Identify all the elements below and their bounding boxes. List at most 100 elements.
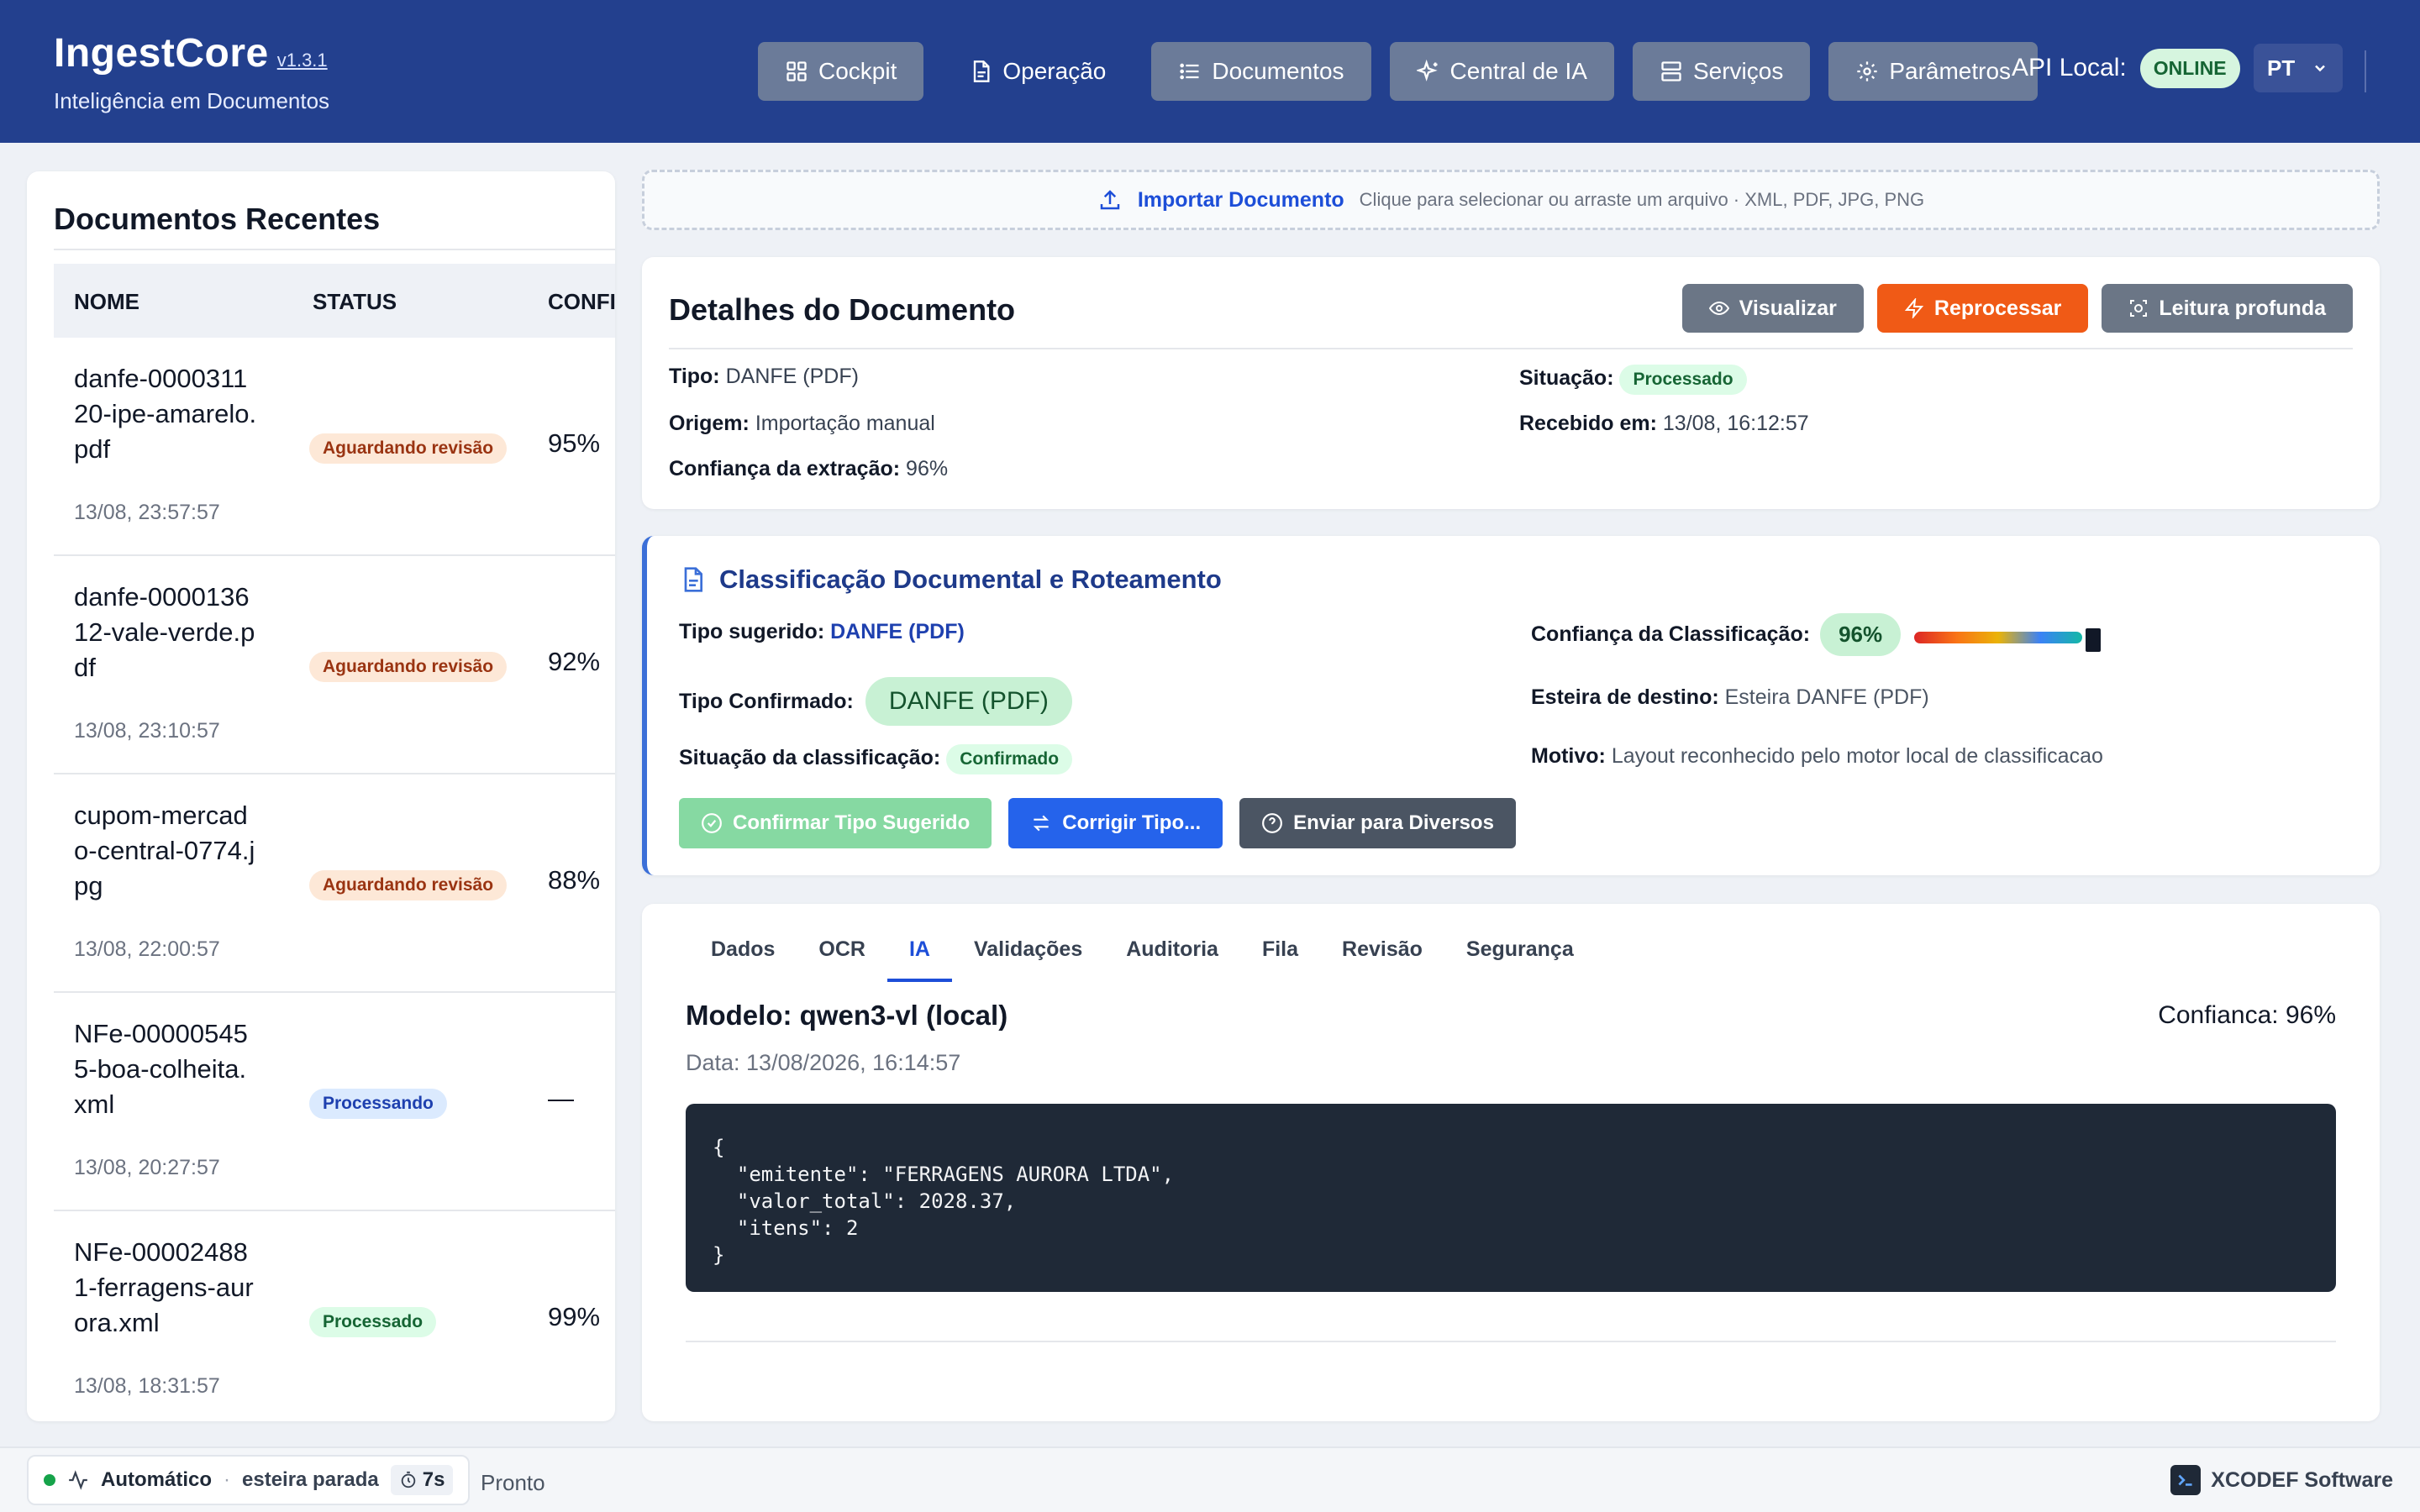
import-label: Importar Documento — [1137, 187, 1344, 212]
help-circle-icon — [1262, 813, 1283, 833]
document-name: cupom-mercado-central-0774.jpg — [74, 801, 255, 900]
deep-read-button[interactable]: Leitura profunda — [2102, 284, 2353, 333]
check-circle-icon — [702, 813, 722, 833]
document-confidence: 99% — [548, 1302, 601, 1331]
list-icon — [1180, 63, 1199, 80]
detail-origin-label: Origem: — [669, 412, 750, 435]
nav-central-ia-label: Central de IA — [1449, 58, 1587, 84]
send-to-misc-label: Enviar para Diversos — [1293, 811, 1494, 834]
app-subtitle: Inteligência em Documentos — [54, 88, 330, 113]
nav-servicos[interactable]: Serviços — [1632, 42, 1811, 101]
nav-documentos[interactable]: Documentos — [1151, 42, 1371, 101]
classification-confidence: Confiança da Classificação: 96% — [1531, 613, 1902, 656]
nav-servicos-label: Serviços — [1692, 58, 1784, 84]
destination: Esteira de destino: Esteira DANFE (PDF) — [1531, 685, 1929, 710]
detail-origin: Origem: Importação manual — [669, 412, 935, 436]
tab-dados[interactable]: Dados — [689, 937, 797, 982]
tab-fila[interactable]: Fila — [1240, 937, 1320, 982]
recent-documents-panel: Documentos Recentes NOME STATUS CONFI da… — [27, 171, 615, 1421]
correct-type-button[interactable]: Corrigir Tipo... — [1008, 798, 1223, 848]
nav-documentos-label: Documentos — [1212, 58, 1344, 84]
timer-icon — [401, 1471, 416, 1488]
nav-operacao[interactable]: Operação — [942, 42, 1133, 101]
nav-cockpit-label: Cockpit — [818, 58, 897, 84]
language-value: PT — [2267, 55, 2296, 81]
suggested-type-value: DANFE (PDF) — [830, 620, 965, 643]
reason: Motivo: Layout reconhecido pelo motor lo… — [1531, 744, 2103, 769]
details-actions: Visualizar Reprocessar Leitura profunda — [1681, 284, 2353, 333]
confirm-suggested-type-label: Confirmar Tipo Sugerido — [733, 811, 971, 834]
divider — [669, 348, 2353, 349]
view-button-label: Visualizar — [1739, 296, 1837, 320]
header-divider — [2365, 50, 2366, 92]
document-date: 13/08, 18:31:57 — [74, 1374, 220, 1398]
terminal-icon — [2170, 1465, 2202, 1495]
column-header-confidence[interactable]: CONFI — [548, 289, 615, 315]
pipeline-status[interactable]: Automático · esteira parada 7s — [27, 1455, 471, 1505]
model-name: Modelo: qwen3-vl (local) — [686, 1000, 1008, 1031]
document-date: 13/08, 20:27:57 — [74, 1156, 220, 1179]
confirmed-type-label: Tipo Confirmado: — [679, 689, 854, 713]
top-header: IngestCore v1.3.1 Inteligência em Documen… — [0, 0, 2420, 143]
grid-icon — [786, 61, 807, 81]
nav-parametros[interactable]: Parâmetros — [1828, 42, 2039, 101]
eye-icon — [1708, 301, 1729, 316]
divider — [686, 1341, 2336, 1342]
nav-cockpit[interactable]: Cockpit — [758, 42, 924, 101]
ready-status: Pronto — [481, 1470, 545, 1495]
nav-parametros-label: Parâmetros — [1889, 58, 2012, 84]
document-details-card: Detalhes do Documento Visualizar Reproce… — [642, 257, 2380, 509]
nav-central-ia[interactable]: Central de IA — [1389, 42, 1614, 101]
table-row[interactable]: cupom-mercado-central-0774.jpg 13/08, 22… — [54, 774, 615, 993]
document-confidence: 88% — [548, 865, 601, 895]
view-button[interactable]: Visualizar — [1681, 284, 1864, 333]
model-date: Data: 13/08/2026, 16:14:57 — [686, 1050, 961, 1075]
send-to-misc-button[interactable]: Enviar para Diversos — [1239, 798, 1516, 848]
document-name: danfe-000031120-ipe-amarelo.pdf — [74, 364, 257, 464]
destination-value: Esteira DANFE (PDF) — [1724, 685, 1929, 709]
detail-confidence-label: Confiança da extração: — [669, 457, 901, 480]
language-select[interactable]: PT — [2253, 44, 2343, 92]
tab-ia[interactable]: IA — [886, 937, 952, 982]
documents-list: danfe-000031120-ipe-amarelo.pdf 13/08, 2… — [54, 338, 615, 1398]
confirmed-type: Tipo Confirmado: DANFE (PDF) — [679, 677, 1072, 726]
sparkles-icon — [1416, 60, 1438, 81]
document-date: 13/08, 23:57:57 — [74, 501, 220, 524]
details-title: Detalhes do Documento — [669, 292, 1016, 327]
suggested-type-label: Tipo sugerido: — [679, 620, 825, 643]
detail-received-label: Recebido em: — [1519, 412, 1657, 435]
tab-auditoria[interactable]: Auditoria — [1104, 937, 1240, 982]
classification-title: Classificação Documental e Roteamento — [719, 564, 1222, 594]
nav-operacao-label: Operação — [1002, 58, 1107, 84]
situation-badge: Processado — [1619, 365, 1747, 395]
document-confidence: 95% — [548, 428, 601, 458]
detail-type: Tipo: DANFE (PDF) — [669, 365, 859, 389]
confidence-bar-marker — [2086, 628, 2101, 652]
recent-documents-title: Documentos Recentes — [54, 202, 381, 236]
upload-icon — [1100, 190, 1120, 210]
tab-ocr[interactable]: OCR — [797, 937, 887, 982]
reprocess-button[interactable]: Reprocessar — [1876, 284, 2089, 333]
column-header-name[interactable]: NOME — [74, 289, 139, 315]
import-dropzone[interactable]: Importar Documento Clique para seleciona… — [642, 170, 2380, 230]
online-dot-icon — [44, 1474, 55, 1486]
classification-status-badge: Confirmado — [946, 744, 1073, 774]
api-label: API Local: — [2012, 54, 2127, 81]
tab-revisao[interactable]: Revisão — [1320, 937, 1444, 982]
classification-actions: Confirmar Tipo Sugerido Corrigir Tipo...… — [679, 798, 1516, 848]
table-row[interactable]: NFe-000024881-ferragens-aurora.xml 13/08… — [54, 1211, 615, 1398]
confirm-suggested-type-button[interactable]: Confirmar Tipo Sugerido — [679, 798, 992, 848]
column-header-status[interactable]: STATUS — [313, 289, 397, 315]
correct-type-label: Corrigir Tipo... — [1062, 811, 1202, 834]
tab-validacoes[interactable]: Validações — [952, 937, 1104, 982]
suggested-type: Tipo sugerido: DANFE (PDF) — [679, 620, 965, 644]
app-version[interactable]: v1.3.1 — [277, 50, 328, 71]
reason-label: Motivo: — [1531, 744, 1606, 768]
tab-seguranca[interactable]: Segurança — [1444, 937, 1596, 982]
document-confidence: 92% — [548, 647, 601, 676]
table-row[interactable]: danfe-000013612-vale-verde.pdf 13/08, 23… — [54, 556, 615, 774]
gear-icon — [1857, 61, 1877, 81]
confidence-bar — [1914, 632, 2082, 643]
table-row[interactable]: danfe-000031120-ipe-amarelo.pdf 13/08, 2… — [54, 338, 615, 556]
table-row[interactable]: NFe-000005455-boa-colheita.xml 13/08, 20… — [54, 993, 615, 1211]
